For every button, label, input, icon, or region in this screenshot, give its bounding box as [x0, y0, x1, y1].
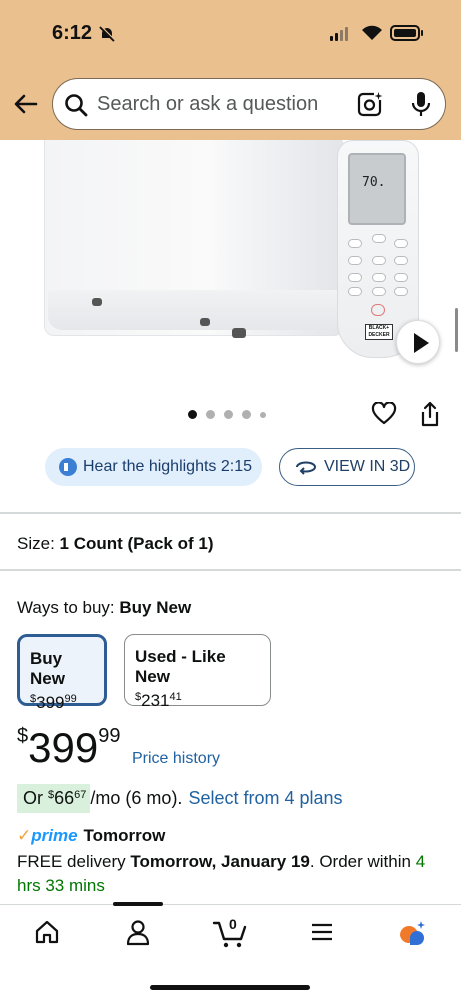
- rotate-3d-icon: [296, 461, 316, 475]
- size-label: Size:: [17, 534, 55, 553]
- monthly-term: /mo (6 mo).: [90, 788, 183, 808]
- used-like-new-option[interactable]: Used - Like New $23141: [124, 634, 271, 710]
- product-image-carousel[interactable]: 70. BLACK+ DECKER: [0, 140, 461, 395]
- account-icon[interactable]: [125, 919, 151, 947]
- remote-button: [348, 256, 362, 265]
- remote-button: [372, 256, 386, 265]
- carousel-dot[interactable]: [242, 410, 251, 419]
- remote-button: [348, 273, 362, 282]
- remote-button: [372, 273, 386, 282]
- prime-delivery-badge: ✓prime Tomorrow: [17, 826, 165, 846]
- delivery-info: FREE delivery Tomorrow, January 19. Orde…: [17, 852, 426, 895]
- menu-icon[interactable]: [309, 919, 335, 945]
- status-time: 6:12: [52, 22, 93, 44]
- carousel-dot-active[interactable]: [188, 410, 197, 419]
- view-in-3d-button[interactable]: VIEW IN 3D: [279, 448, 415, 486]
- price-history-link[interactable]: Price history: [132, 750, 220, 768]
- price-currency: $: [17, 725, 29, 747]
- price-cents: 99: [98, 725, 121, 747]
- ways-to-buy: Ways to buy: Buy New: [17, 598, 191, 618]
- ways-to-buy-label: Ways to buy:: [17, 598, 115, 617]
- remote-button: [348, 287, 362, 296]
- option-price: $23141: [135, 691, 182, 710]
- app-header: 6:12 Search or ask a question: [0, 0, 461, 140]
- prime-check-icon: ✓: [17, 826, 32, 845]
- remote-button: [372, 234, 386, 243]
- cellular-signal-icon: [330, 27, 348, 41]
- camera-lens-icon[interactable]: [356, 90, 384, 118]
- carousel-dot[interactable]: [206, 410, 215, 419]
- share-icon[interactable]: [419, 400, 441, 428]
- audio-icon: [59, 458, 77, 476]
- view-in-3d-label: VIEW IN 3D: [324, 458, 411, 475]
- ways-to-buy-selected: Buy New: [119, 598, 192, 617]
- remote-display-reading: 70.: [362, 175, 386, 190]
- bottom-nav: 0: [0, 902, 461, 1000]
- option-title: Used - Like New: [135, 647, 226, 686]
- battery-icon: [390, 25, 420, 41]
- home-indicator[interactable]: [150, 985, 310, 990]
- size-selector[interactable]: Size: 1 Count (Pack of 1): [17, 534, 214, 554]
- option-title: Buy New: [30, 649, 65, 688]
- remote-power-button: [371, 304, 385, 316]
- select-plans-link[interactable]: Select from 4 plans: [188, 788, 342, 809]
- prime-when: Tomorrow: [83, 826, 166, 845]
- air-conditioner-base: [48, 290, 342, 330]
- caster-wheel: [92, 298, 102, 306]
- price-whole: 399: [28, 724, 99, 771]
- delivery-date: Tomorrow, January 19: [130, 852, 310, 871]
- back-arrow-icon[interactable]: [12, 90, 40, 118]
- price: $39999: [17, 724, 120, 772]
- carousel-dot[interactable]: [224, 410, 233, 419]
- hear-highlights-label: Hear the highlights 2:15: [83, 458, 252, 475]
- buy-new-option[interactable]: Buy New $39999: [17, 634, 107, 712]
- search-input[interactable]: Search or ask a question: [97, 93, 318, 116]
- carousel-dots[interactable]: [188, 410, 266, 419]
- monthly-amount: Or $6667: [17, 784, 91, 813]
- option-price: $39999: [30, 693, 77, 712]
- wifi-icon: [362, 25, 382, 40]
- cart-count: 0: [229, 916, 237, 932]
- remote-button: [394, 273, 408, 282]
- caster-wheel: [200, 318, 210, 326]
- size-value: 1 Count (Pack of 1): [59, 534, 214, 553]
- home-icon[interactable]: [34, 919, 60, 945]
- battery-tip: [421, 30, 423, 36]
- scrollbar[interactable]: [455, 308, 458, 352]
- brand-logo: BLACK+ DECKER: [365, 324, 393, 340]
- remote-button: [394, 287, 408, 296]
- cart-button[interactable]: 0: [212, 916, 248, 949]
- remote-button: [372, 287, 386, 296]
- remote-button: [348, 239, 362, 248]
- silent-bell-icon: [99, 25, 116, 42]
- divider: [0, 512, 461, 514]
- search-icon: [65, 94, 88, 117]
- caster-wheel: [232, 328, 246, 338]
- remote-button: [394, 256, 408, 265]
- nav-active-indicator: [113, 902, 163, 906]
- monthly-payment: Or $6667 /mo (6 mo). Select from 4 plans: [17, 784, 343, 813]
- rufus-assistant-icon[interactable]: [396, 919, 428, 949]
- play-video-button[interactable]: [396, 320, 440, 364]
- hear-highlights-button[interactable]: Hear the highlights 2:15: [45, 448, 262, 486]
- heart-icon[interactable]: [371, 402, 397, 426]
- carousel-dot[interactable]: [260, 411, 266, 418]
- microphone-icon[interactable]: [409, 90, 433, 118]
- prime-logo: prime: [31, 826, 78, 845]
- remote-button: [394, 239, 408, 248]
- divider: [0, 569, 461, 571]
- remote-display: 70.: [348, 153, 406, 225]
- search-bar[interactable]: Search or ask a question: [52, 78, 446, 130]
